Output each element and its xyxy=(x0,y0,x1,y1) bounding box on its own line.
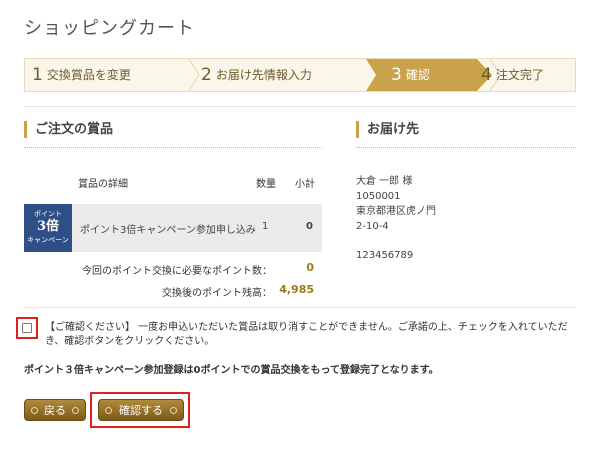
prize-thumbnail: ポイント 3倍 キャンペーン xyxy=(24,204,72,252)
confirm-notice: 【ご確認ください】 一度お申込いただいた賞品は取り消すことができません。ご承諾の… xyxy=(45,322,568,347)
confirm-button[interactable]: 確認する xyxy=(98,399,184,421)
thumb-text: キャンペーン xyxy=(27,236,69,244)
column-header-qty: 数量 xyxy=(256,179,276,190)
order-section-heading: ご注文の賞品 xyxy=(24,121,113,138)
postal-code: 1050001 xyxy=(356,191,401,202)
item-name: ポイント3倍キャンペーン参加申し込み xyxy=(80,225,256,236)
confirm-checkbox[interactable] xyxy=(22,323,32,333)
thumb-text: ポイント xyxy=(34,210,62,218)
back-button-label: 戻る xyxy=(44,404,66,417)
step-number: 4 xyxy=(481,65,492,85)
thumb-text: 3倍 xyxy=(36,219,60,234)
address-line-1: 東京都港区虎ノ門 xyxy=(356,206,436,217)
step-change-prize[interactable]: 1 交換賞品を変更 xyxy=(32,59,131,91)
divider xyxy=(24,307,576,308)
delivery-address: 大倉 一郎 様 1050001 東京都港区虎ノ門 2-10-4 12345678… xyxy=(356,174,436,263)
item-qty: 1 xyxy=(262,221,269,232)
confirm-button-label: 確認する xyxy=(119,404,163,417)
step-number: 3 xyxy=(391,65,402,85)
points-needed-label: 今回のポイント交換に必要なポイント数： xyxy=(82,266,272,277)
recipient-name: 大倉 一郎 様 xyxy=(356,176,413,187)
chevron-right-icon xyxy=(187,59,201,91)
divider xyxy=(24,106,576,107)
button-ornament-icon xyxy=(72,407,79,414)
button-ornament-icon xyxy=(170,407,177,414)
step-label: お届け先情報入力 xyxy=(215,68,312,82)
step-label: 確認 xyxy=(405,68,430,82)
step-number: 2 xyxy=(201,65,212,85)
step-number: 1 xyxy=(32,65,43,85)
page-title: ショッピングカート xyxy=(24,18,195,39)
step-label: 交換賞品を変更 xyxy=(46,68,131,82)
divider xyxy=(356,147,576,148)
address-section-heading: お届け先 xyxy=(356,121,419,138)
confirm-checkbox-highlight xyxy=(16,317,38,339)
points-balance-value: 4,985 xyxy=(279,283,314,296)
column-header-detail: 賞品の詳細 xyxy=(78,179,128,190)
back-button[interactable]: 戻る xyxy=(24,399,86,421)
checkout-steps: 1 交換賞品を変更 2 お届け先情報入力 3 確認 4 注文完了 xyxy=(24,58,576,92)
step-confirm: 3 確認 xyxy=(373,59,483,91)
item-subtotal: 0 xyxy=(306,221,313,232)
divider xyxy=(24,147,322,148)
step-label: 注文完了 xyxy=(495,68,544,82)
phone-number: 123456789 xyxy=(356,250,414,261)
campaign-note: ポイント３倍キャンペーン参加登録は0ポイントでの賞品交換をもって登録完了となりま… xyxy=(24,365,439,376)
column-header-subtotal: 小計 xyxy=(295,179,315,190)
step-delivery-info[interactable]: 2 お届け先情報入力 xyxy=(201,59,312,91)
points-needed-value: 0 xyxy=(306,261,314,274)
points-balance-label: 交換後のポイント残高： xyxy=(162,288,272,299)
button-ornament-icon xyxy=(105,407,112,414)
address-line-2: 2-10-4 xyxy=(356,221,389,232)
step-complete: 4 注文完了 xyxy=(481,59,544,91)
order-item-row: ポイント 3倍 キャンペーン ポイント3倍キャンペーン参加申し込み 1 0 xyxy=(24,204,322,252)
button-ornament-icon xyxy=(31,407,38,414)
